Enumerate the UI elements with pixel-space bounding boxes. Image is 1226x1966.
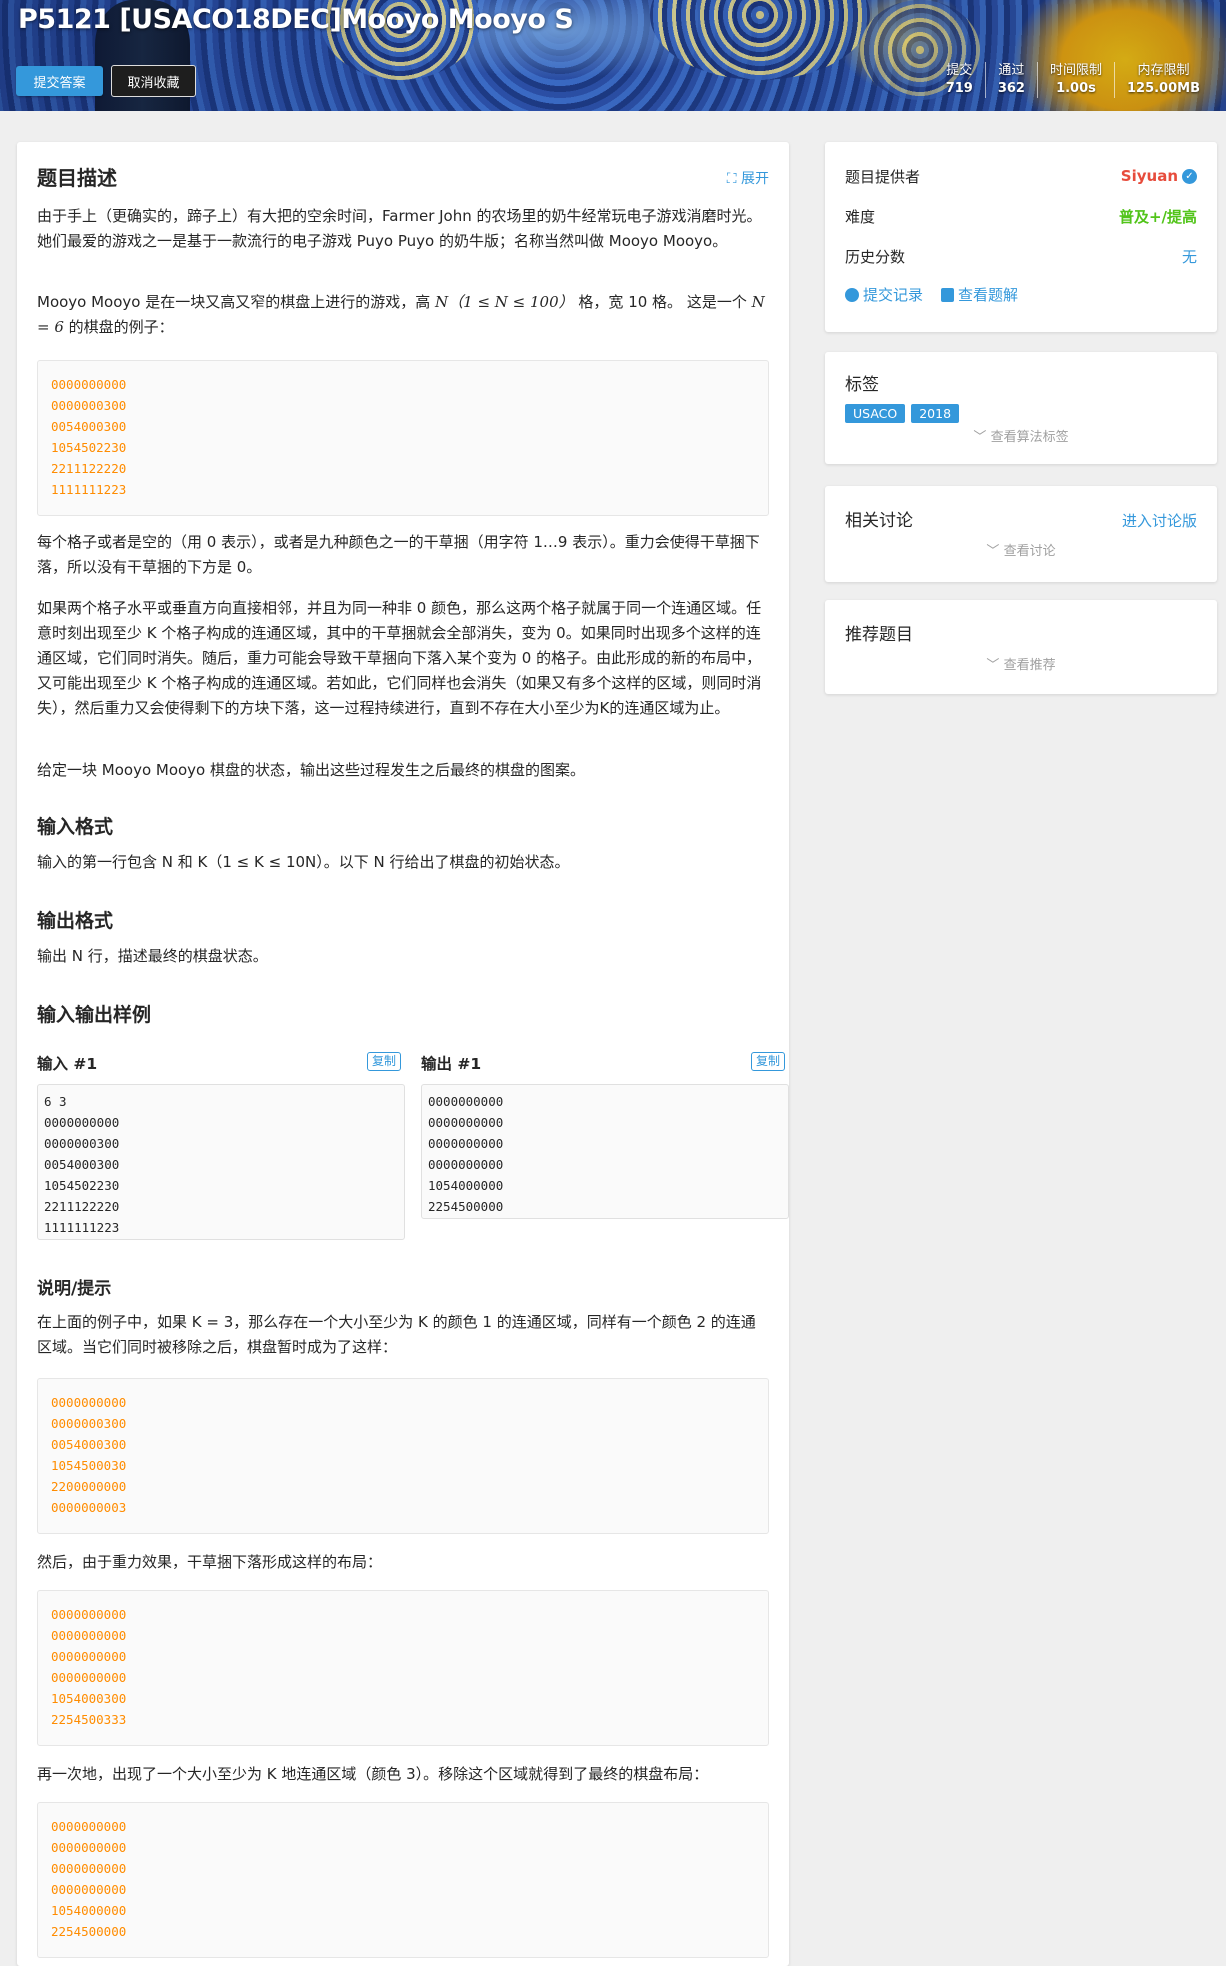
copy-input-button[interactable]: 复制	[367, 1052, 402, 1071]
tag-2018[interactable]: 2018	[911, 404, 960, 423]
stat-memory-limit: 内存限制 125.00MB	[1113, 62, 1212, 98]
description-paragraph-1: 由于手上（更确实的，蹄子上）有大把的空余时间，Farmer John 的农场里的…	[37, 207, 762, 250]
view-solutions-link[interactable]: 查看题解	[941, 284, 1018, 305]
page-title: P5121 [USACO18DEC]Mooyo Mooyo S	[18, 4, 574, 35]
sample-output-box[interactable]: 0000000000 0000000000 0000000000 000000000…	[421, 1084, 789, 1219]
sample-input-label: 输入 #1	[37, 1055, 98, 1073]
provider-link[interactable]: Siyuan ✓	[1121, 167, 1197, 185]
board-example-code: 0000000000 0000000300 0054000300 105450223…	[37, 360, 769, 516]
tags-heading: 标签	[845, 375, 879, 395]
hint-paragraph-3: 再一次地，出现了一个大小至少为 K 地连通区域（颜色 3）。移除这个区域就得到了…	[37, 1765, 709, 1783]
pie-chart-icon	[845, 288, 859, 302]
book-icon	[941, 288, 955, 302]
submit-answer-button[interactable]: 提交答案	[16, 66, 103, 96]
tag-list: USACO 2018	[845, 404, 960, 423]
output-format-heading: 输出格式	[37, 910, 114, 932]
hint-heading: 说明/提示	[37, 1279, 112, 1299]
board-final-code: 0000000000 0000000000 0000000000 000000000…	[37, 1802, 769, 1958]
verified-icon: ✓	[1182, 168, 1197, 184]
board-after-gravity-code: 0000000000 0000000000 0000000000 000000000…	[37, 1590, 769, 1746]
copy-output-button[interactable]: 复制	[751, 1052, 786, 1071]
difficulty-row: 难度 普及+/提高	[845, 207, 1197, 226]
recommendation-card: 推荐题目 ﹀ 查看推荐	[825, 600, 1217, 694]
header-banner: P5121 [USACO18DEC]Mooyo Mooyo S 提交答案 取消收…	[0, 0, 1226, 111]
show-discussion-button[interactable]: ﹀ 查看讨论	[825, 540, 1217, 559]
expand-icon: ⛶	[726, 171, 741, 187]
input-format-heading: 输入格式	[37, 816, 114, 838]
history-score-row: 历史分数 无	[845, 247, 1197, 266]
history-score-value: 无	[1181, 247, 1197, 266]
expand-button[interactable]: ⛶ 展开	[727, 168, 769, 188]
hint-paragraph-2: 然后，由于重力效果，干草捆下落形成这样的布局：	[37, 1553, 383, 1571]
show-recommendations-button[interactable]: ﹀ 查看推荐	[825, 654, 1217, 673]
submission-records-link[interactable]: 提交记录	[845, 284, 923, 305]
board-after-removal-code: 0000000000 0000000300 0054000300 105450003…	[37, 1378, 769, 1534]
problem-content-card: 题目描述 ⛶ 展开 由于手上（更确实的，蹄子上）有大把的空余时间，Farmer …	[17, 142, 789, 1966]
output-format-text: 输出 N 行，描述最终的棋盘状态。	[37, 947, 268, 965]
stat-accepted: 通过 362	[984, 62, 1037, 98]
tag-usaco[interactable]: USACO	[845, 404, 906, 423]
stat-time-limit: 时间限制 1.00s	[1036, 62, 1114, 98]
description-heading: 题目描述	[37, 166, 117, 190]
recommendation-heading: 推荐题目	[845, 625, 913, 645]
enter-discussion-link[interactable]: 进入讨论版	[1122, 510, 1197, 531]
provider-row: 题目提供者 Siyuan ✓	[845, 165, 1197, 187]
discussion-heading: 相关讨论	[845, 511, 913, 531]
show-algorithm-tags-button[interactable]: ﹀ 查看算法标签	[825, 426, 1217, 445]
chevron-down-icon: ﹀	[986, 544, 1000, 559]
sample-input-box[interactable]: 6 3 0000000000 0000000300 0054000300 105450…	[37, 1084, 405, 1240]
stat-submissions: 提交 719	[945, 63, 973, 96]
description-paragraph-2: Mooyo Mooyo 是在一块又高又窄的棋盘上进行的游戏，高 N（1 ≤ N …	[37, 293, 765, 336]
description-paragraph-3: 每个格子或者是空的（用 0 表示），或者是九种颜色之一的干草捆（用字符 1…9 …	[37, 533, 760, 576]
problem-stats: 提交 719 通过 362 时间限制 1.00s 内存限制 125.00MB	[934, 62, 1212, 98]
description-paragraph-4: 如果两个格子水平或垂直方向直接相邻，并且为同一种非 0 颜色，那么这两个格子就属…	[37, 599, 762, 717]
discussion-card: 相关讨论 进入讨论版 ﹀ 查看讨论	[825, 486, 1217, 582]
difficulty-value: 普及+/提高	[1118, 207, 1197, 226]
hint-paragraph-1: 在上面的例子中，如果 K = 3，那么存在一个大小至少为 K 的颜色 1 的连通…	[37, 1313, 756, 1356]
input-format-text: 输入的第一行包含 N 和 K（1 ≤ K ≤ 10N）。以下 N 行给出了棋盘的…	[37, 853, 570, 871]
unfavorite-button[interactable]: 取消收藏	[111, 65, 196, 97]
chevron-down-icon: ﹀	[986, 658, 1000, 673]
chevron-down-icon: ﹀	[973, 430, 987, 445]
sidebar-links: 提交记录 查看题解	[845, 284, 1018, 305]
problem-info-card: 题目提供者 Siyuan ✓ 难度 普及+/提高 历史分数 无 提交记录 查看题…	[825, 142, 1217, 332]
tags-card: 标签 USACO 2018 ﹀ 查看算法标签	[825, 352, 1217, 464]
description-paragraph-5: 给定一块 Mooyo Mooyo 棋盘的状态，输出这些过程发生之后最终的棋盘的图…	[37, 761, 586, 779]
samples-heading: 输入输出样例	[37, 1004, 152, 1026]
sample-output-label: 输出 #1	[421, 1055, 482, 1073]
